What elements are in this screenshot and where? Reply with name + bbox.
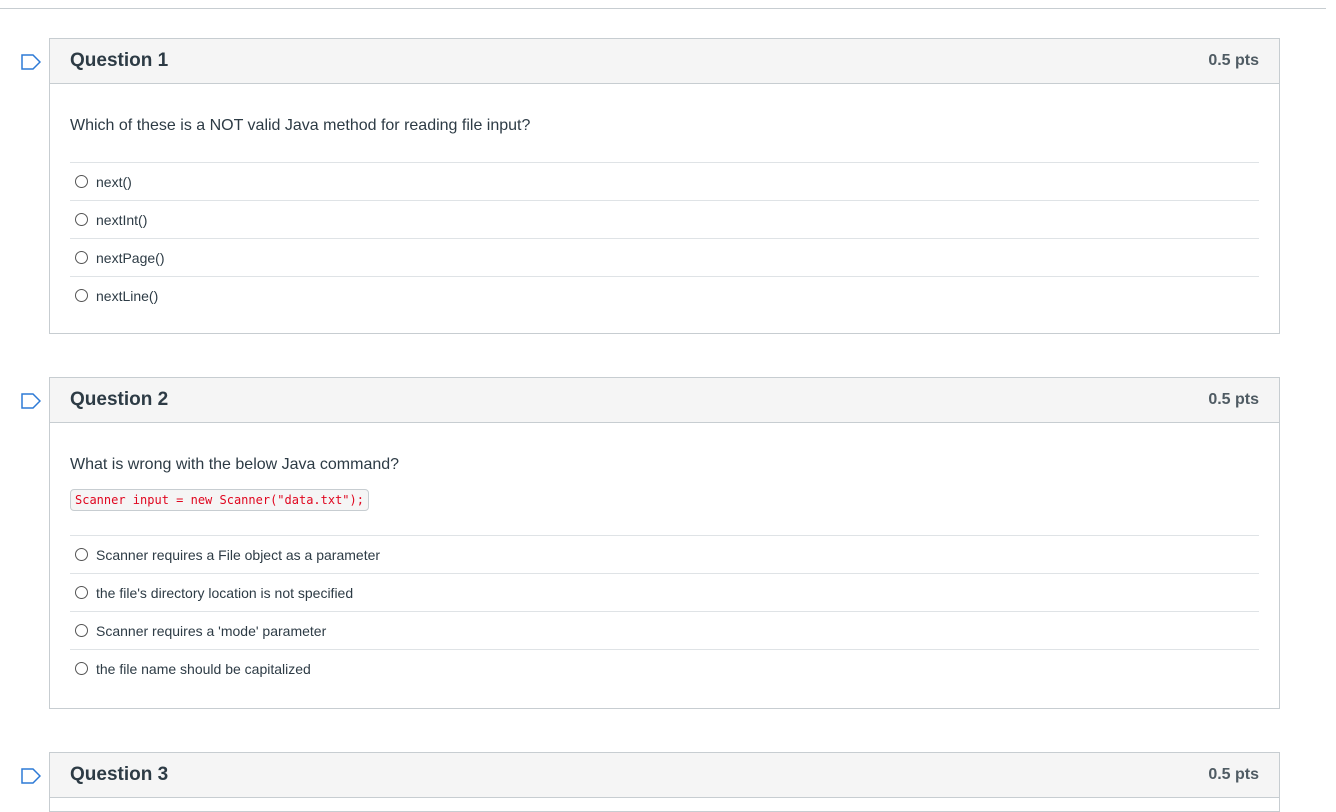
answer-list: Scanner requires a File object as a para… (70, 535, 1259, 687)
answer-label: nextLine() (96, 287, 159, 304)
question-points: 0.5 pts (1208, 391, 1259, 408)
question-title: Question 2 (70, 389, 169, 410)
question-header: Question 3 0.5 pts (50, 753, 1279, 798)
answer-label: nextPage() (96, 249, 165, 266)
answer-label: the file's directory location is not spe… (96, 584, 354, 601)
answer-option[interactable]: nextLine() (70, 276, 1259, 314)
question-text: What is wrong with the below Java comman… (70, 456, 400, 473)
answer-label: Scanner requires a 'mode' parameter (96, 622, 327, 639)
question-body: Which of these is a NOT valid Java metho… (50, 84, 1279, 314)
answer-option[interactable]: the file's directory location is not spe… (70, 573, 1259, 611)
question-title: Question 3 (70, 764, 169, 785)
radio-button[interactable] (75, 251, 88, 264)
answer-list: next() nextInt() nextPage() nextLine() (70, 162, 1259, 314)
radio-button[interactable] (75, 289, 88, 302)
answer-option[interactable]: nextInt() (70, 200, 1259, 238)
question-points: 0.5 pts (1208, 52, 1259, 69)
answer-option[interactable]: Scanner requires a 'mode' parameter (70, 611, 1259, 649)
answer-label: Scanner requires a File object as a para… (96, 546, 381, 563)
flag-question-icon[interactable] (21, 768, 41, 784)
flag-question-icon[interactable] (21, 393, 41, 409)
question-text: Which of these is a NOT valid Java metho… (70, 117, 531, 134)
radio-button[interactable] (75, 624, 88, 637)
radio-button[interactable] (75, 213, 88, 226)
question-header: Question 1 0.5 pts (50, 39, 1279, 84)
radio-button[interactable] (75, 175, 88, 188)
question-points: 0.5 pts (1208, 766, 1259, 783)
code-snippet: Scanner input = new Scanner("data.txt"); (70, 489, 369, 511)
answer-label: nextInt() (96, 211, 148, 228)
answer-option[interactable]: next() (70, 162, 1259, 200)
answer-option[interactable]: Scanner requires a File object as a para… (70, 535, 1259, 573)
question-3: Question 3 0.5 pts (21, 752, 1280, 812)
answer-label: the file name should be capitalized (96, 660, 311, 677)
question-title: Question 1 (70, 50, 169, 71)
answer-option[interactable]: the file name should be capitalized (70, 649, 1259, 687)
answer-option[interactable]: nextPage() (70, 238, 1259, 276)
question-header: Question 2 0.5 pts (50, 378, 1279, 423)
radio-button[interactable] (75, 662, 88, 675)
question-body: What is wrong with the below Java comman… (50, 423, 1279, 687)
radio-button[interactable] (75, 548, 88, 561)
radio-button[interactable] (75, 586, 88, 599)
flag-question-icon[interactable] (21, 54, 41, 70)
question-1: Question 1 0.5 pts Which of these is a N… (21, 38, 1280, 334)
answer-label: next() (96, 173, 132, 190)
top-divider (0, 8, 1326, 9)
question-2: Question 2 0.5 pts What is wrong with th… (21, 377, 1280, 709)
